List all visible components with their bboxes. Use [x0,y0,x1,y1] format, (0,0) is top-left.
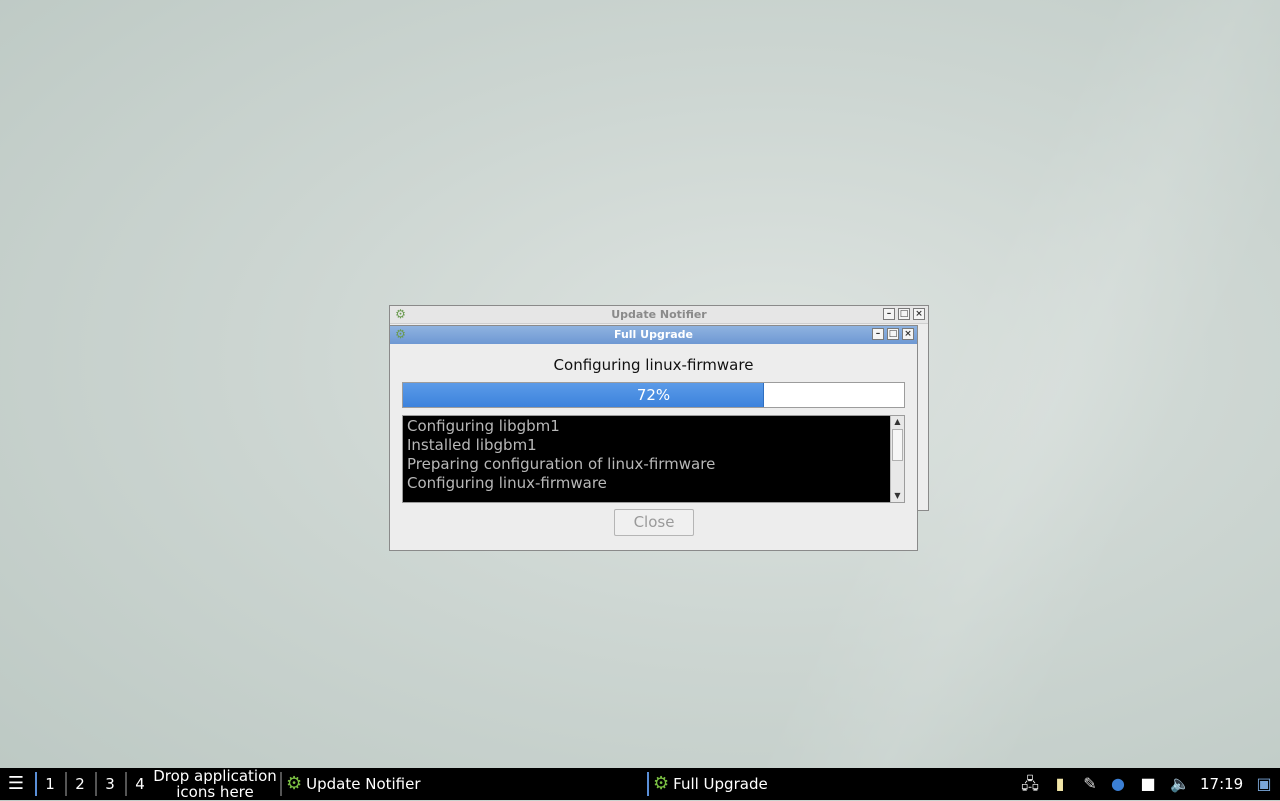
update-alert-icon[interactable]: ● [1108,774,1128,794]
gear-icon: ⚙ [395,327,406,341]
maximize-button[interactable]: □ [898,308,910,320]
maximize-button[interactable]: □ [887,328,899,340]
log-lines: Configuring libgbm1 Installed libgbm1 Prep… [407,417,888,493]
task-label: Update Notifier [306,775,421,793]
gear-icon: ⚙ [286,773,303,794]
progress-bar: 72% [402,382,905,408]
log-line: Preparing configuration of linux-firmwar… [407,455,716,473]
launcher-drop-zone[interactable]: Drop application icons here [150,768,280,800]
full-upgrade-titlebar[interactable]: ⚙ Full Upgrade – □ × [390,326,917,344]
task-update-notifier[interactable]: ⚙ Update Notifier [286,768,421,800]
show-desktop-icon[interactable]: ▣ [1254,774,1274,794]
status-heading: Configuring linux-firmware [553,356,754,374]
menu-icon[interactable]: ☰ [4,768,28,800]
scroll-up-icon[interactable]: ▲ [891,416,904,428]
task-full-upgrade[interactable]: ⚙ Full Upgrade [653,768,768,800]
desktop: ⚙ Update Notifier – □ × ⚙ Full Upgrade –… [0,0,1280,768]
update-notifier-titlebar[interactable]: ⚙ Update Notifier – □ × [390,306,928,324]
clock[interactable]: 17:19 [1200,768,1243,800]
notes-icon[interactable]: ■ [1138,774,1158,794]
minimize-button[interactable]: – [883,308,895,320]
gear-icon: ⚙ [653,773,670,794]
close-button[interactable]: Close [614,509,694,536]
launcher-hint-line1: Drop application [153,767,277,785]
log-output[interactable]: Configuring libgbm1 Installed libgbm1 Prep… [402,415,905,503]
scroll-thumb[interactable] [892,429,903,461]
network-icon[interactable]: 🖧 [1020,774,1040,794]
log-line: Configuring linux-firmware [407,474,607,492]
dialog-title: Full Upgrade [613,328,694,341]
close-window-button[interactable]: × [902,328,914,340]
taskbar: ☰ 1 2 3 4 Drop application icons here ⚙ … [0,768,1280,800]
progress-label: 72% [636,386,671,404]
workspace-3[interactable]: 3 [96,768,124,800]
taskbar-separator [647,772,649,796]
launcher-hint-line2: icons here [176,783,254,801]
gear-icon: ⚙ [395,307,406,321]
full-upgrade-dialog[interactable]: ⚙ Full Upgrade – □ × Configuring linux-f… [389,325,918,551]
taskbar-separator [280,772,282,796]
log-line: Configuring libgbm1 [407,417,560,435]
task-label: Full Upgrade [673,775,768,793]
minimize-button[interactable]: – [872,328,884,340]
window-title: Update Notifier [611,308,707,321]
clipboard-icon[interactable]: ▮ [1050,774,1070,794]
log-scrollbar[interactable]: ▲ ▼ [890,416,904,502]
log-line: Installed libgbm1 [407,436,537,454]
tools-icon[interactable]: ✎ [1080,774,1100,794]
close-window-button[interactable]: × [913,308,925,320]
scroll-down-icon[interactable]: ▼ [891,490,904,502]
workspace-2[interactable]: 2 [66,768,94,800]
workspace-1[interactable]: 1 [36,768,64,800]
volume-icon[interactable]: 🔈 [1170,774,1190,794]
